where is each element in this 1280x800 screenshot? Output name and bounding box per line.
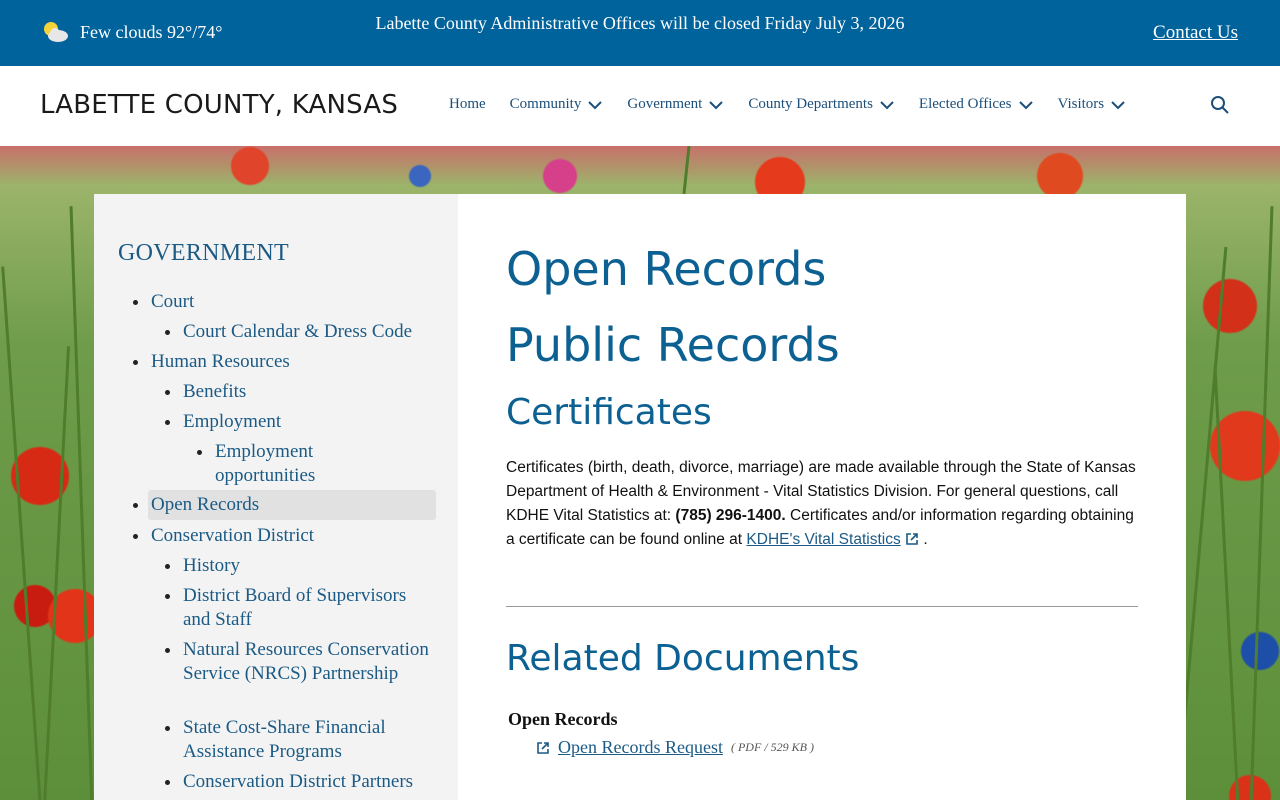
external-link-icon	[906, 533, 918, 545]
sidebar-item-state-cost-share[interactable]: State Cost-Share Financial Assistance Pr…	[165, 716, 433, 764]
site-logo[interactable]: LABETTE COUNTY, KANSAS	[40, 90, 398, 120]
page-title: Open Records	[506, 242, 827, 296]
document-file-meta: ( PDF / 529 KB )	[730, 740, 814, 754]
nav-community-label: Community	[509, 96, 582, 112]
sidebar-item-open-records[interactable]: Open Records	[133, 490, 436, 520]
nav-elected-offices[interactable]: Elected Offices	[919, 96, 1034, 113]
nav-elected-offices-label: Elected Offices	[918, 96, 1012, 112]
para-end: .	[923, 531, 928, 548]
weather-widget: Few clouds 92°/74°	[42, 20, 222, 44]
chevron-down-icon	[1018, 100, 1033, 109]
sidebar-item-label: Natural Resources Conservation Service (…	[183, 639, 429, 684]
sidebar-item-employment[interactable]: Employment	[165, 410, 282, 434]
main-nav: Home Community Government County Departm…	[449, 96, 1150, 113]
nav-government-label: Government	[627, 96, 703, 112]
nav-community[interactable]: Community	[510, 96, 604, 113]
section-heading-certificates: Certificates	[506, 392, 712, 433]
sidebar-item-court[interactable]: Court	[133, 290, 195, 314]
kdhe-link-label: KDHE's Vital Statistics	[746, 531, 901, 548]
sidebar-item-nrcs-partnership[interactable]: Natural Resources Conservation Service (…	[165, 638, 433, 686]
nav-home-label: Home	[449, 96, 486, 112]
certificates-paragraph: Certificates (birth, death, divorce, mar…	[506, 456, 1146, 552]
divider	[506, 606, 1138, 607]
sidebar-item-label: Employment	[183, 411, 282, 432]
search-button[interactable]	[1210, 95, 1230, 120]
nav-visitors[interactable]: Visitors	[1058, 96, 1127, 113]
sidebar-item-label: District Board of Supervisors and Staff	[183, 585, 407, 630]
sidebar-item-history[interactable]: History	[165, 554, 240, 578]
sidebar-item-label: Human Resources	[151, 351, 290, 372]
chevron-down-icon	[588, 100, 603, 109]
sidebar-item-label: Court	[151, 291, 195, 312]
sidebar-nav: GOVERNMENT Court Court Calendar & Dress …	[94, 194, 458, 800]
site-header: LABETTE COUNTY, KANSAS Home Community Go…	[0, 66, 1280, 146]
sidebar-item-conservation-partners[interactable]: Conservation District Partners	[165, 770, 443, 794]
nav-county-departments-label: County Departments	[748, 96, 873, 112]
sidebar-item-label: Conservation District Partners	[183, 771, 414, 792]
chevron-down-icon	[880, 100, 894, 109]
phone-number: (785) 296-1400.	[675, 507, 786, 524]
sidebar-item-employment-opportunities[interactable]: Employment opportunities	[197, 440, 355, 488]
nav-home[interactable]: Home	[449, 96, 486, 113]
weather-cloud-sun-icon	[44, 22, 68, 42]
search-icon	[1211, 96, 1229, 114]
weather-text: Few clouds 92°/74°	[80, 21, 223, 42]
kdhe-vital-statistics-link[interactable]: KDHE's Vital Statistics	[746, 531, 900, 548]
external-link-icon	[537, 741, 549, 754]
open-records-request-link[interactable]: Open Records Request ( PDF / 529 KB )	[536, 737, 814, 758]
sidebar-title: GOVERNMENT	[118, 240, 289, 266]
alert-message[interactable]: Labette County Administrative Offices wi…	[360, 13, 920, 33]
document-link-label: Open Records Request	[558, 737, 723, 757]
sidebar-item-human-resources[interactable]: Human Resources	[133, 350, 290, 374]
chevron-down-icon	[709, 100, 724, 109]
nav-visitors-label: Visitors	[1057, 96, 1105, 112]
sidebar-item-label: History	[183, 555, 240, 576]
sidebar-item-label: Employment opportunities	[215, 441, 316, 486]
contact-us-link[interactable]: Contact Us	[1153, 22, 1238, 44]
sidebar-item-label: Conservation District	[151, 525, 315, 546]
section-heading-related-documents: Related Documents	[506, 638, 860, 679]
nav-county-departments[interactable]: County Departments	[748, 96, 895, 113]
alert-bar: Few clouds 92°/74° Labette County Admini…	[0, 0, 1280, 66]
sidebar-item-label: Court Calendar & Dress Code	[183, 321, 413, 342]
sidebar-item-label: Open Records	[151, 494, 260, 515]
sidebar-item-benefits[interactable]: Benefits	[165, 380, 247, 404]
sidebar-item-conservation-district[interactable]: Conservation District	[133, 524, 315, 548]
sidebar-item-court-calendar[interactable]: Court Calendar & Dress Code	[165, 320, 413, 344]
document-category-title: Open Records	[508, 709, 618, 729]
chevron-down-icon	[1111, 100, 1125, 109]
nav-government[interactable]: Government	[627, 96, 724, 113]
sidebar-item-label: Benefits	[183, 381, 247, 402]
sidebar-item-district-board[interactable]: District Board of Supervisors and Staff	[165, 584, 433, 632]
sidebar-item-label: State Cost-Share Financial Assistance Pr…	[183, 717, 386, 762]
section-heading-public-records: Public Records	[506, 318, 840, 372]
main-content: Open Records Public Records Certificates…	[458, 194, 1186, 800]
